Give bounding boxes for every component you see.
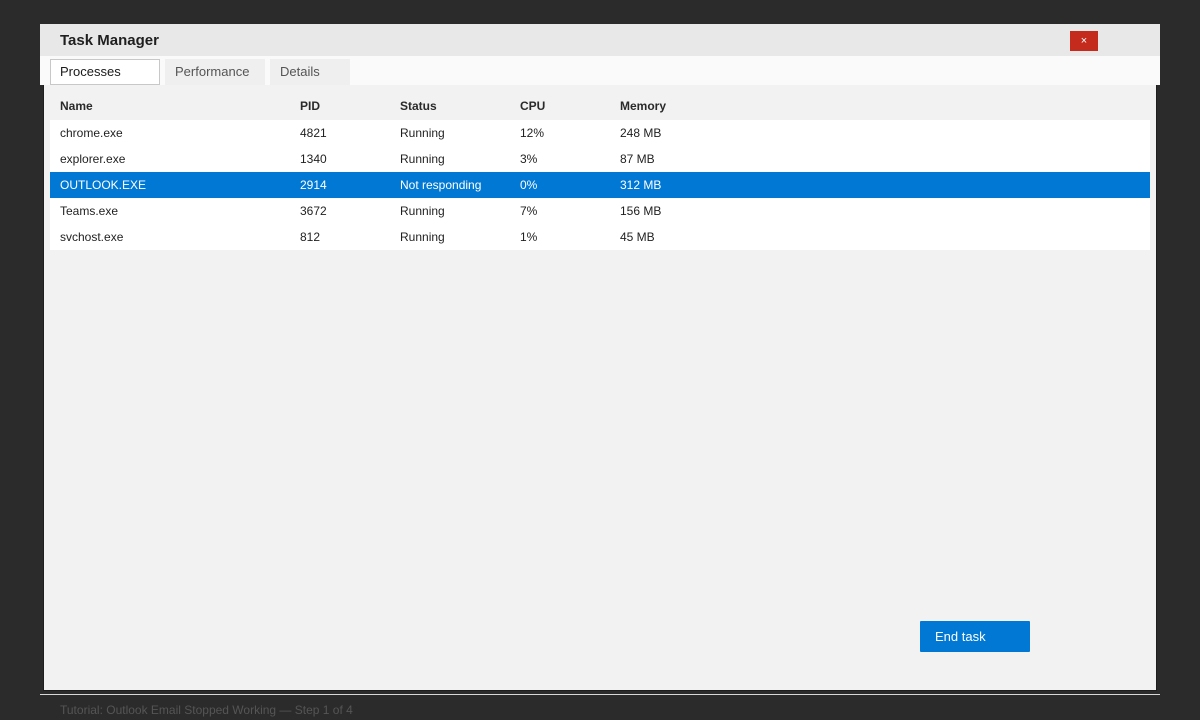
process-table: Name PID Status CPU Memory chrome.exe 48… [50, 93, 1150, 250]
process-cpu: 0% [520, 178, 538, 192]
tab-performance[interactable]: Performance [165, 59, 265, 85]
table-row[interactable]: explorer.exe 1340 Running 3% 87 MB [50, 146, 1150, 172]
process-status: Running [400, 204, 445, 218]
table-row-selected[interactable]: OUTLOOK.EXE 2914 Not responding 0% 312 M… [50, 172, 1150, 198]
process-cpu: 3% [520, 152, 538, 166]
close-button[interactable]: × [1070, 31, 1098, 51]
table-row[interactable]: Teams.exe 3672 Running 7% 156 MB [50, 198, 1150, 224]
title-bar: Task Manager × [40, 24, 1160, 56]
process-name: OUTLOOK.EXE [60, 178, 147, 192]
tab-bar: Processes Performance Details [40, 56, 1160, 85]
window-title: Task Manager [60, 32, 159, 49]
process-cpu: 12% [520, 126, 545, 140]
table-row[interactable]: chrome.exe 4821 Running 12% 248 MB [50, 120, 1150, 146]
process-memory: 87 MB [620, 152, 655, 166]
tutorial-caption: Tutorial: Outlook Email Stopped Working … [60, 703, 353, 717]
process-memory: 312 MB [620, 178, 662, 192]
end-task-button[interactable]: End task [920, 621, 1030, 652]
footer-divider [40, 694, 1160, 695]
table-header: Name PID Status CPU Memory [50, 93, 1150, 120]
column-header-status[interactable]: Status [400, 93, 437, 120]
process-status: Running [400, 126, 445, 140]
column-header-name[interactable]: Name [60, 93, 93, 120]
process-cpu: 7% [520, 204, 538, 218]
process-name: svchost.exe [60, 230, 124, 244]
process-memory: 156 MB [620, 204, 662, 218]
process-status: Running [400, 230, 445, 244]
process-status: Not responding [400, 178, 482, 192]
column-header-cpu[interactable]: CPU [520, 93, 545, 120]
process-memory: 248 MB [620, 126, 662, 140]
process-cpu: 1% [520, 230, 538, 244]
tab-details[interactable]: Details [270, 59, 350, 85]
column-header-pid[interactable]: PID [300, 93, 320, 120]
process-pid: 1340 [300, 152, 327, 166]
column-header-memory[interactable]: Memory [620, 93, 666, 120]
process-status: Running [400, 152, 445, 166]
process-memory: 45 MB [620, 230, 655, 244]
table-row[interactable]: svchost.exe 812 Running 1% 45 MB [50, 224, 1150, 250]
process-pid: 2914 [300, 178, 327, 192]
tab-processes[interactable]: Processes [50, 59, 160, 85]
process-pid: 3672 [300, 204, 327, 218]
process-name: explorer.exe [60, 152, 126, 166]
process-pid: 812 [300, 230, 321, 244]
process-name: chrome.exe [60, 126, 123, 140]
process-name: Teams.exe [60, 204, 119, 218]
process-pid: 4821 [300, 126, 327, 140]
